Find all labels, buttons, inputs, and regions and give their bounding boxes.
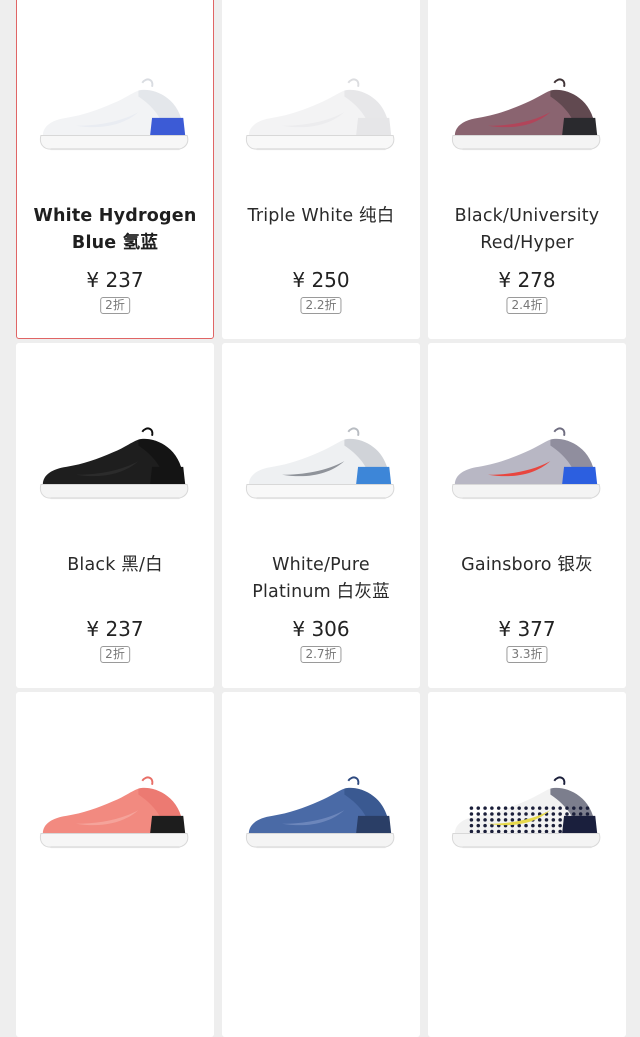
product-name[interactable]: Gainsboro 银灰 bbox=[435, 552, 619, 579]
product-name-line: White/Pure bbox=[272, 555, 370, 575]
product-image[interactable] bbox=[17, 414, 213, 514]
discount-badge: 2.4折 bbox=[506, 297, 548, 314]
product-card[interactable]: Black 黑/白 ¥ 237 2折 bbox=[16, 343, 214, 688]
product-price: ¥ 278 bbox=[498, 268, 556, 292]
product-image[interactable] bbox=[429, 763, 625, 863]
product-card[interactable] bbox=[222, 692, 420, 1037]
product-name-line: Platinum 白灰蓝 bbox=[252, 582, 390, 602]
product-price: ¥ 237 bbox=[86, 268, 144, 292]
discount-badge: 2.2折 bbox=[300, 297, 342, 314]
product-image[interactable] bbox=[223, 65, 419, 165]
product-card[interactable]: Black/University Red/Hyper ¥ 278 2.4折 bbox=[428, 0, 626, 339]
product-name-line: Gainsboro 银灰 bbox=[461, 555, 593, 575]
product-card[interactable]: Triple White 纯白 ¥ 250 2.2折 bbox=[222, 0, 420, 339]
product-image[interactable] bbox=[223, 414, 419, 514]
product-name[interactable]: Triple White 纯白 bbox=[229, 203, 413, 230]
product-image[interactable] bbox=[429, 65, 625, 165]
product-name-line: Red/Hyper bbox=[480, 233, 574, 253]
discount-badge: 2折 bbox=[100, 297, 130, 314]
product-name-line: Black/University bbox=[454, 206, 600, 226]
product-image[interactable] bbox=[429, 414, 625, 514]
product-name-line: White Hydrogen bbox=[33, 206, 197, 226]
product-name-line: Black 黑/白 bbox=[67, 555, 163, 575]
product-name[interactable]: White/Pure Platinum 白灰蓝 bbox=[229, 552, 413, 606]
discount-badge: 2.7折 bbox=[300, 646, 342, 663]
product-card[interactable] bbox=[428, 692, 626, 1037]
product-card[interactable]: White Hydrogen Blue 氢蓝 ¥ 237 2折 bbox=[16, 0, 214, 339]
product-card[interactable] bbox=[16, 692, 214, 1037]
discount-badge: 3.3折 bbox=[506, 646, 548, 663]
product-name-line: Triple White 纯白 bbox=[247, 206, 395, 226]
product-name[interactable]: Black/University Red/Hyper bbox=[435, 203, 619, 257]
product-image[interactable] bbox=[17, 65, 213, 165]
product-name-line: Blue 氢蓝 bbox=[71, 233, 159, 253]
product-name[interactable]: Black 黑/白 bbox=[23, 552, 207, 579]
product-card[interactable]: Gainsboro 银灰 ¥ 377 3.3折 bbox=[428, 343, 626, 688]
product-price: ¥ 250 bbox=[292, 268, 350, 292]
product-name[interactable]: White Hydrogen Blue 氢蓝 bbox=[23, 203, 207, 257]
product-image[interactable] bbox=[17, 763, 213, 863]
product-grid: White Hydrogen Blue 氢蓝 ¥ 237 2折 Triple White… bbox=[16, 0, 626, 1037]
product-price: ¥ 377 bbox=[498, 617, 556, 641]
product-price: ¥ 306 bbox=[292, 617, 350, 641]
product-card[interactable]: White/Pure Platinum 白灰蓝 ¥ 306 2.7折 bbox=[222, 343, 420, 688]
discount-badge: 2折 bbox=[100, 646, 130, 663]
product-price: ¥ 237 bbox=[86, 617, 144, 641]
product-image[interactable] bbox=[223, 763, 419, 863]
